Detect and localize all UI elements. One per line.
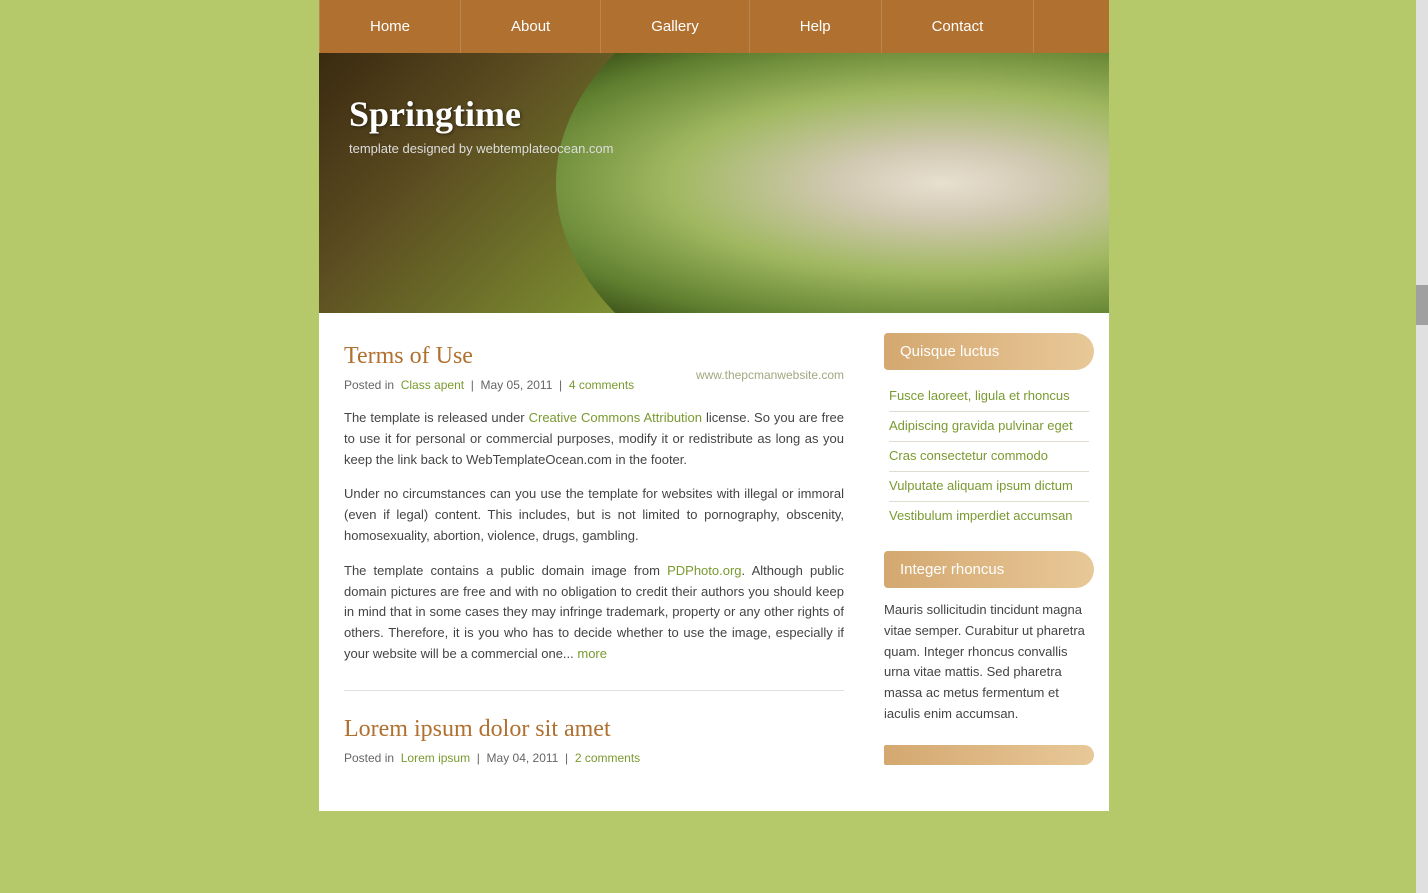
sidebar: Quisque luctus Fusce laoreet, ligula et … <box>869 313 1109 811</box>
post-1-title: Terms of Use <box>344 343 844 370</box>
content-area: Terms of Use Posted in Class apent | May… <box>319 313 869 811</box>
hero-image <box>556 53 1109 313</box>
widget-link-4: Vulputate aliquam ipsum dictum <box>889 472 1089 502</box>
widget-quisque: Quisque luctus Fusce laoreet, ligula et … <box>884 333 1094 531</box>
widget-1-title: Quisque luctus <box>884 333 1094 370</box>
more-link[interactable]: more <box>577 646 607 661</box>
post-2: Lorem ipsum dolor sit amet Posted in Lor… <box>344 716 844 765</box>
post-1-para-3: The template contains a public domain im… <box>344 561 844 665</box>
post-2-date: May 04, 2011 <box>487 751 559 765</box>
post-1-category[interactable]: Class apent <box>401 378 464 392</box>
scrollbar-thumb[interactable] <box>1416 285 1428 325</box>
nav-contact[interactable]: Contact <box>882 0 1035 53</box>
post-1-body: The template is released under Creative … <box>344 408 844 665</box>
widget-link-1: Fusce laoreet, ligula et rhoncus <box>889 382 1089 412</box>
widget-3-partial <box>884 745 1094 765</box>
nav-help[interactable]: Help <box>750 0 882 53</box>
post-2-meta: Posted in Lorem ipsum | May 04, 2011 | 2… <box>344 751 844 765</box>
widget-link-3: Cras consectetur commodo <box>889 442 1089 472</box>
widget-link-5: Vestibulum imperdiet accumsan <box>889 502 1089 531</box>
widget-2-title: Integer rhoncus <box>884 551 1094 588</box>
watermark: www.thepcmanwebsite.com <box>696 368 844 382</box>
widget-integer: Integer rhoncus Mauris sollicitudin tinc… <box>884 551 1094 725</box>
post-divider <box>344 690 844 691</box>
site-subtitle: template designed by webtemplateocean.co… <box>349 141 614 156</box>
post-1-comments[interactable]: 4 comments <box>569 378 634 392</box>
post-1-meta-prefix: Posted in <box>344 378 394 392</box>
main-nav: Home About Gallery Help Contact <box>319 0 1109 53</box>
widget-link-2-anchor[interactable]: Adipiscing gravida pulvinar eget <box>889 418 1073 433</box>
widget-link-4-anchor[interactable]: Vulputate aliquam ipsum dictum <box>889 478 1073 493</box>
post-1-para-2: Under no circumstances can you use the t… <box>344 484 844 546</box>
post-1: Terms of Use Posted in Class apent | May… <box>344 343 844 665</box>
post-1-date: May 05, 2011 <box>481 378 553 392</box>
widget-link-1-anchor[interactable]: Fusce laoreet, ligula et rhoncus <box>889 388 1070 403</box>
scrollbar[interactable] <box>1416 0 1428 893</box>
post-2-category[interactable]: Lorem ipsum <box>401 751 470 765</box>
post-2-meta-prefix: Posted in <box>344 751 394 765</box>
post-1-para-1: The template is released under Creative … <box>344 408 844 470</box>
post-1-meta: Posted in Class apent | May 05, 2011 | 4… <box>344 378 844 392</box>
post-2-title: Lorem ipsum dolor sit amet <box>344 716 844 743</box>
main-container: Terms of Use Posted in Class apent | May… <box>319 313 1109 811</box>
nav-home[interactable]: Home <box>319 0 461 53</box>
pdphoto-link[interactable]: PDPhoto.org <box>667 563 741 578</box>
widget-link-5-anchor[interactable]: Vestibulum imperdiet accumsan <box>889 508 1073 523</box>
creative-commons-link[interactable]: Creative Commons Attribution <box>529 410 702 425</box>
hero-content: Springtime template designed by webtempl… <box>349 93 614 156</box>
site-title: Springtime <box>349 93 614 135</box>
hero-banner: Springtime template designed by webtempl… <box>319 53 1109 313</box>
nav-gallery[interactable]: Gallery <box>601 0 750 53</box>
widget-link-3-anchor[interactable]: Cras consectetur commodo <box>889 448 1048 463</box>
widget-1-links: Fusce laoreet, ligula et rhoncus Adipisc… <box>884 382 1094 531</box>
nav-about[interactable]: About <box>461 0 601 53</box>
widget-link-2: Adipiscing gravida pulvinar eget <box>889 412 1089 442</box>
widget-2-text: Mauris sollicitudin tincidunt magna vita… <box>884 600 1094 725</box>
post-2-comments[interactable]: 2 comments <box>575 751 640 765</box>
